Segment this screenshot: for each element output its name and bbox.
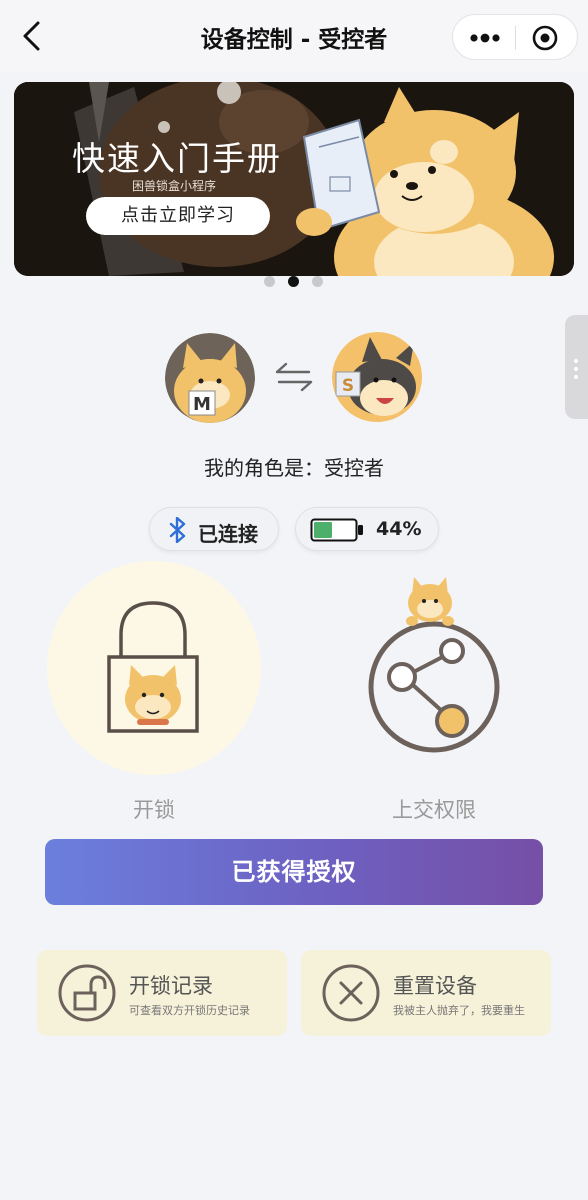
master-avatar-letter: M [193, 394, 211, 415]
side-drawer-handle[interactable] [565, 315, 588, 419]
tutorial-banner[interactable]: 快速入门手册 困兽锁盒小程序 点击立即学习 [14, 82, 574, 276]
submit-permission-label: 上交权限 [392, 798, 476, 822]
banner-title: 快速入门手册 [72, 139, 282, 178]
close-target-icon[interactable] [531, 24, 559, 52]
bluetooth-status-pill: 已连接 [149, 507, 279, 551]
unlock-action[interactable] [47, 561, 261, 775]
swap-arrows-icon [275, 362, 313, 392]
carousel-dot[interactable] [312, 276, 323, 287]
battery-percent: 44% [376, 518, 422, 540]
close-circle-icon [322, 964, 380, 1022]
padlock-icon [107, 601, 199, 733]
unlock-history-title: 开锁记录 [129, 974, 213, 998]
reset-device-card[interactable]: 重置设备 我被主人抛弃了，我要重生 [301, 950, 551, 1036]
learn-now-button[interactable]: 点击立即学习 [86, 197, 270, 235]
capsule-divider [515, 26, 516, 50]
submit-permission-action[interactable] [362, 575, 506, 765]
banner-subtitle: 困兽锁盒小程序 [132, 179, 217, 193]
battery-icon [310, 518, 363, 542]
more-icon[interactable] [467, 27, 503, 49]
unlock-history-card[interactable]: 开锁记录 可查看双方开锁历史记录 [37, 950, 287, 1036]
authorized-button[interactable]: 已获得授权 [45, 839, 543, 905]
unlocked-padlock-icon [58, 964, 116, 1022]
share-permission-icon [368, 577, 500, 753]
role-text: 我的角色是：受控者 [204, 456, 384, 480]
battery-status-pill: 44% [295, 507, 439, 551]
reset-device-subtitle: 我被主人抛弃了，我要重生 [393, 1004, 525, 1017]
navigation-bar: 设备控制 - 受控者 [0, 0, 588, 72]
battery-level-fill [314, 522, 332, 538]
carousel-dot-active[interactable] [288, 276, 299, 287]
reset-device-title: 重置设备 [393, 974, 477, 998]
mini-program-capsule [452, 14, 578, 60]
bluetooth-status-label: 已连接 [198, 522, 258, 546]
slave-avatar: S [332, 332, 422, 422]
carousel-indicator [264, 276, 324, 288]
bluetooth-icon [169, 517, 186, 543]
carousel-dot[interactable] [264, 276, 275, 287]
unlock-history-subtitle: 可查看双方开锁历史记录 [129, 1004, 250, 1017]
master-avatar: M [165, 333, 255, 423]
unlock-label: 开锁 [133, 798, 175, 822]
slave-avatar-letter: S [342, 376, 354, 396]
